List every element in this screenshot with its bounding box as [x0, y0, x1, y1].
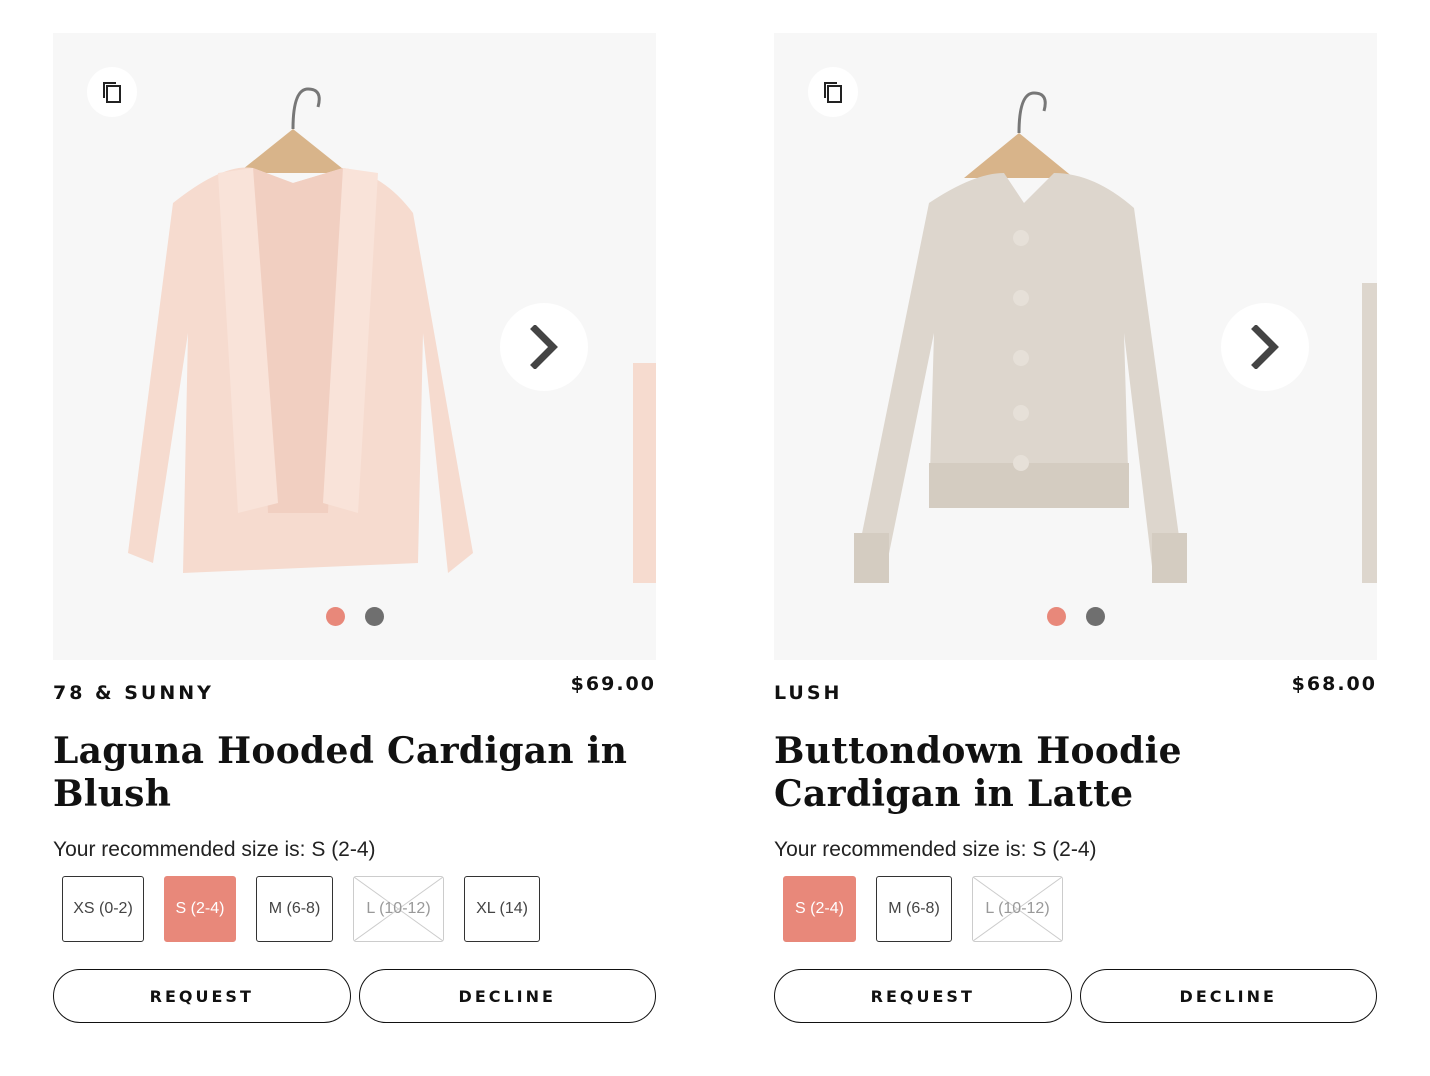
copy-icon — [103, 82, 121, 103]
chevron-right-icon — [1251, 325, 1279, 369]
price: $69.00 — [570, 673, 656, 695]
size-options: XS (0-2) S (2-4) M (6-8) L (10-12) XL (1… — [53, 876, 656, 942]
size-option-s[interactable]: S (2-4) — [783, 876, 856, 942]
copy-icon — [824, 82, 842, 103]
price: $68.00 — [1291, 673, 1377, 695]
size-option-m[interactable]: M (6-8) — [256, 876, 333, 942]
brand-name: LUSH — [774, 682, 843, 704]
recommended-size: Your recommended size is: S (2-4) — [774, 838, 1097, 861]
decline-button[interactable]: DECLINE — [1079, 969, 1377, 1023]
size-option-s[interactable]: S (2-4) — [164, 876, 236, 942]
copy-button[interactable] — [87, 67, 137, 117]
size-option-m[interactable]: M (6-8) — [876, 876, 952, 942]
product-image-carousel[interactable] — [53, 33, 656, 660]
carousel-dots — [774, 607, 1377, 626]
brand-name: 78 & SUNNY — [53, 682, 214, 704]
chevron-right-icon — [530, 325, 558, 369]
request-button[interactable]: REQUEST — [774, 969, 1072, 1023]
size-option-l-unavailable: L (10-12) — [353, 876, 444, 942]
next-image-button[interactable] — [500, 303, 588, 391]
decline-button[interactable]: DECLINE — [358, 969, 656, 1023]
size-option-xs[interactable]: XS (0-2) — [62, 876, 144, 942]
product-card: 78 & SUNNY $69.00 Laguna Hooded Cardigan… — [53, 33, 656, 1023]
size-option-xl[interactable]: XL (14) — [464, 876, 540, 942]
size-option-l-unavailable: L (10-12) — [972, 876, 1063, 942]
next-image-button[interactable] — [1221, 303, 1309, 391]
product-title[interactable]: Laguna Hooded Cardigan in Blush — [53, 730, 656, 816]
recommended-size: Your recommended size is: S (2-4) — [53, 838, 376, 861]
copy-button[interactable] — [808, 67, 858, 117]
size-options: S (2-4) M (6-8) L (10-12) — [774, 876, 1377, 942]
card-actions: REQUEST DECLINE — [53, 969, 656, 1023]
product-card: LUSH $68.00 Buttondown Hoodie Cardigan i… — [774, 33, 1377, 1023]
carousel-dots — [53, 607, 656, 626]
request-button[interactable]: REQUEST — [53, 969, 351, 1023]
product-title[interactable]: Buttondown Hoodie Cardigan in Latte — [774, 730, 1377, 816]
carousel-dot[interactable] — [1085, 607, 1105, 626]
card-actions: REQUEST DECLINE — [774, 969, 1377, 1023]
carousel-dot[interactable] — [364, 607, 384, 626]
carousel-dot[interactable] — [325, 607, 345, 626]
carousel-dot[interactable] — [1046, 607, 1066, 626]
product-image-carousel[interactable] — [774, 33, 1377, 660]
